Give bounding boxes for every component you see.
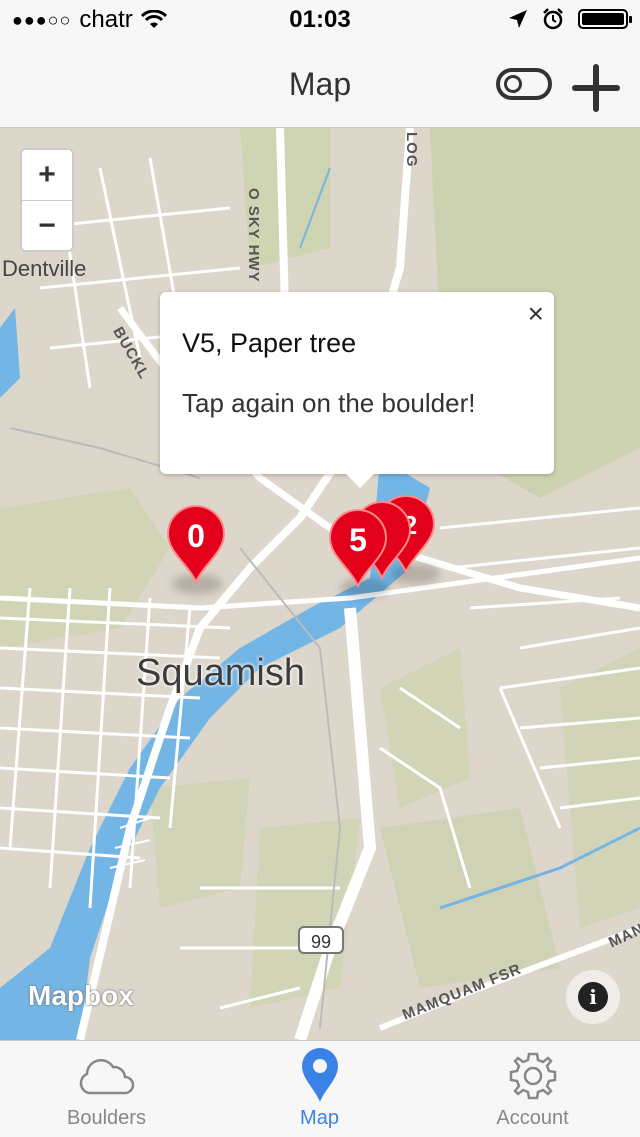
tab-label: Boulders [67, 1107, 146, 1129]
boulder-marker[interactable]: 0 [166, 504, 226, 584]
boulder-popup[interactable]: V5, Paper tree Tap again on the boulder!… [160, 292, 554, 488]
tab-label: Account [496, 1107, 569, 1129]
close-icon[interactable]: × [528, 298, 544, 330]
highway-99-shield: 99 [298, 926, 344, 954]
marker-count: 5 [349, 522, 367, 558]
popup-title: V5, Paper tree [182, 328, 357, 358]
status-bar: ●●●○○ chatr 01:03 [0, 0, 640, 40]
alarm-icon [543, 8, 563, 30]
road-label-sky-hwy: O SKY HWY [245, 188, 262, 283]
tab-boulders[interactable]: Boulders [0, 1041, 213, 1137]
mapbox-logo: Mapbox [28, 980, 134, 1011]
popup-message: Tap again on the boulder! [182, 388, 476, 418]
marker-count: 0 [187, 518, 205, 554]
navigation-bar: Map [0, 40, 640, 128]
info-icon: i [578, 982, 608, 1012]
tab-account[interactable]: Account [426, 1041, 639, 1137]
battery-icon [578, 9, 632, 29]
attribution-info-button[interactable]: i [566, 970, 620, 1024]
zoom-out-button[interactable]: − [22, 200, 72, 251]
boulder-marker-selected[interactable]: 5 [328, 508, 388, 588]
map-tiles [0, 128, 640, 1040]
place-label-dentville: Dentville [2, 256, 87, 281]
zoom-in-button[interactable]: + [22, 150, 72, 200]
map-pin-icon [302, 1048, 338, 1102]
location-arrow-icon [509, 10, 527, 28]
cloud-icon [79, 1059, 135, 1095]
tab-label: Map [300, 1107, 339, 1129]
toggle-icon[interactable] [496, 68, 552, 100]
tab-bar: Boulders Map Account [0, 1040, 640, 1136]
road-label-loggers: LOG [403, 132, 420, 168]
map-view[interactable]: + − Dentville Squamish O SKY HWY BUCKL L… [0, 128, 640, 1040]
plus-icon[interactable] [572, 64, 620, 112]
tab-map[interactable]: Map [213, 1041, 426, 1137]
place-label-squamish: Squamish [136, 652, 305, 694]
zoom-control: + − [20, 148, 74, 252]
gear-icon [509, 1052, 557, 1100]
